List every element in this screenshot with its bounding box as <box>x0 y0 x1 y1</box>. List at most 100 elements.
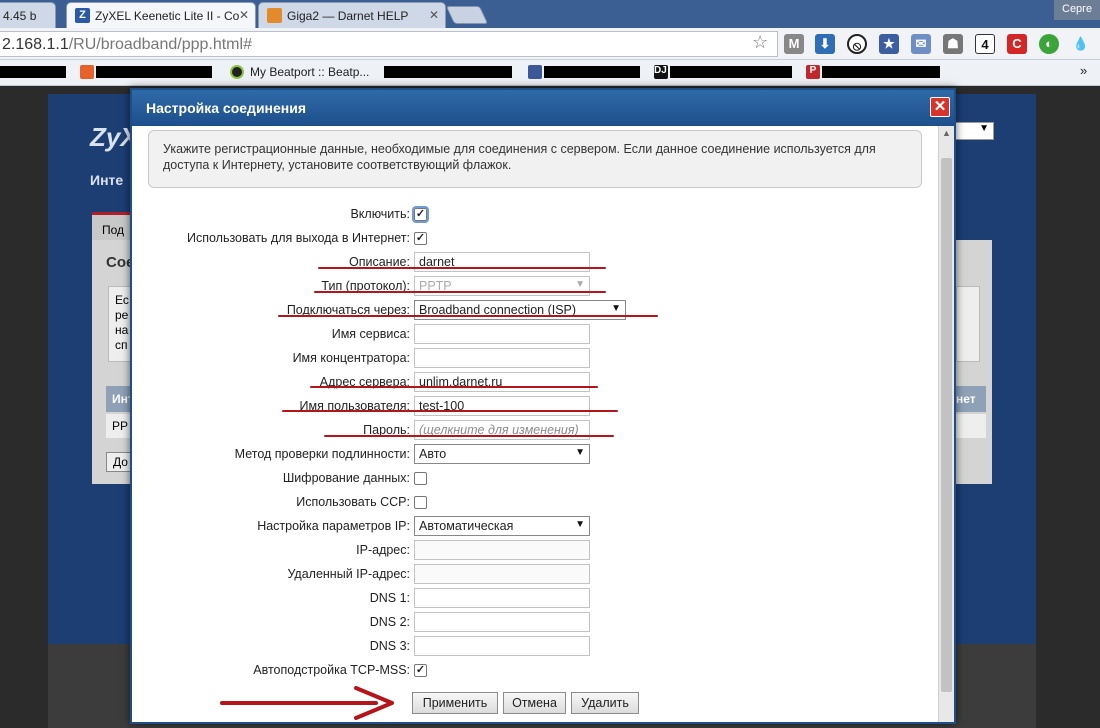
dj-favicon-icon: DJ <box>654 65 668 79</box>
dns1-input[interactable] <box>414 588 590 608</box>
browser-tab-bar: 4.45 b Z ZyXEL Keenetic Lite II - Co ✕ G… <box>0 0 1100 28</box>
new-tab-button[interactable] <box>445 6 489 24</box>
close-tab-icon[interactable]: ✕ <box>429 8 439 22</box>
annotation-underline <box>310 386 598 388</box>
block-icon[interactable]: ⦸ <box>847 34 867 54</box>
apply-button[interactable]: Применить <box>412 692 498 714</box>
row-password: Пароль: (щелкните для изменения) <box>132 420 938 442</box>
bookmark-star-icon[interactable]: ☆ <box>752 32 768 53</box>
zyxel-favicon-icon: Z <box>75 8 90 23</box>
omnibox-bar: 2.168.1.1/RU/broadband/ppp.html# ☆ <box>0 28 1100 60</box>
address-bar[interactable]: 2.168.1.1/RU/broadband/ppp.html# <box>0 31 778 57</box>
row-concentrator: Имя концентратора: <box>132 348 938 370</box>
auth-method-select[interactable]: Авто ▼ <box>414 444 590 464</box>
row-ccp: Использовать CCP: <box>132 492 938 514</box>
c-extension-icon[interactable]: C <box>1007 34 1027 54</box>
row-encryption: Шифрование данных: <box>132 468 938 490</box>
connect-via-select[interactable]: Broadband connection (ISP) ▼ <box>414 300 626 320</box>
remote-ip-input[interactable] <box>414 564 590 584</box>
use-for-internet-checkbox[interactable]: ✓ <box>414 232 427 245</box>
dialog-scrollbar[interactable]: ▲ <box>938 126 954 722</box>
bookmark-manager-icon[interactable]: ★ <box>879 34 899 54</box>
tab-label: 4.45 b <box>3 9 37 23</box>
scrollbar-thumb[interactable] <box>941 158 952 692</box>
darnet-favicon-icon <box>267 8 282 23</box>
redacted-bookmark <box>0 66 66 78</box>
row-internet: Использовать для выхода в Интернет: ✓ <box>132 228 938 250</box>
dropdown-arrow-icon: ▼ <box>575 519 585 530</box>
row-enable: Включить: ✓ <box>132 204 938 226</box>
service-name-input[interactable] <box>414 324 590 344</box>
field-label: IP-адрес: <box>356 543 410 557</box>
tcp-mss-checkbox[interactable]: ✓ <box>414 664 427 677</box>
scroll-up-icon[interactable]: ▲ <box>942 128 951 138</box>
field-label: Имя концентратора: <box>292 351 410 365</box>
field-label: Удаленный IP-адрес: <box>287 567 410 581</box>
row-description: Описание: darnet <box>132 252 938 274</box>
cancel-button[interactable]: Отмена <box>503 692 566 714</box>
row-auth-method: Метод проверки подлинности: Авто ▼ <box>132 444 938 466</box>
bookmark-beatport[interactable]: My Beatport :: Beatp... <box>250 65 369 79</box>
field-label: Включить: <box>350 207 410 221</box>
row-connect-via: Подключаться через: Broadband connection… <box>132 300 938 322</box>
row-ip-settings: Настройка параметров IP: Автоматическая ▼ <box>132 516 938 538</box>
field-label: Настройка параметров IP: <box>257 519 410 533</box>
close-icon[interactable]: ✕ <box>930 97 950 117</box>
drop-icon[interactable]: 💧 <box>1071 34 1091 54</box>
ghost-icon[interactable]: ☗ <box>943 34 963 54</box>
annotation-arrow-icon <box>220 686 394 720</box>
enable-checkbox[interactable]: ✓ <box>412 206 429 223</box>
dropdown-arrow-icon: ▼ <box>575 447 585 458</box>
field-label: Шифрование данных: <box>282 471 410 485</box>
field-label: Использовать для выхода в Интернет: <box>186 231 410 245</box>
ip-address-input[interactable] <box>414 540 590 560</box>
row-username: Имя пользователя: test-100 <box>132 396 938 418</box>
download-icon[interactable]: ⬇ <box>815 34 835 54</box>
mail-check-icon[interactable]: M <box>784 34 804 54</box>
beatport-favicon-icon <box>230 65 244 79</box>
row-dns3: DNS 3: <box>132 636 938 658</box>
ip-settings-select[interactable]: Автоматическая ▼ <box>414 516 590 536</box>
field-label: Имя сервиса: <box>331 327 410 341</box>
row-service-name: Имя сервиса: <box>132 324 938 346</box>
soundcloud-favicon-icon <box>80 65 94 79</box>
username-input[interactable]: test-100 <box>414 396 590 416</box>
encryption-checkbox[interactable] <box>414 472 427 485</box>
server-address-input[interactable]: unlim.darnet.ru <box>414 372 590 392</box>
url-host: 2.168.1.1 <box>2 36 69 53</box>
tab-zyxel[interactable]: Z ZyXEL Keenetic Lite II - Co ✕ <box>66 2 256 28</box>
connection-settings-dialog: Настройка соединения ✕ Укажите регистрац… <box>130 88 956 724</box>
field-label: DNS 3: <box>369 639 410 653</box>
p-favicon-icon: P <box>806 65 820 79</box>
facebook-favicon-icon <box>528 65 542 79</box>
ccp-checkbox[interactable] <box>414 496 427 509</box>
counter-extension-icon[interactable]: 4 <box>975 34 995 54</box>
bookmarks-bar: My Beatport :: Beatp... DJ P » <box>0 60 1100 86</box>
tab-label: Giga2 — Darnet HELP <box>287 9 409 23</box>
mail-icon[interactable]: ✉ <box>911 34 931 54</box>
more-bookmarks-icon[interactable]: » <box>1080 63 1087 78</box>
close-tab-icon[interactable]: ✕ <box>239 8 249 22</box>
language-select[interactable]: ▼ <box>954 122 994 140</box>
annotation-underline <box>314 291 606 293</box>
concentrator-input[interactable] <box>414 348 590 368</box>
delete-button[interactable]: Удалить <box>571 692 639 714</box>
profile-button[interactable]: Серге <box>1054 0 1100 20</box>
field-label: DNS 2: <box>369 615 410 629</box>
protocol-select: PPTP ▼ <box>414 276 590 296</box>
annotation-underline <box>278 315 658 317</box>
tab-previous[interactable]: 4.45 b <box>0 2 56 28</box>
tab-darnet-help[interactable]: Giga2 — Darnet HELP ✕ <box>258 2 446 28</box>
row-remote-ip: Удаленный IP-адрес: <box>132 564 938 586</box>
dns2-input[interactable] <box>414 612 590 632</box>
green-circle-icon[interactable]: ◐ <box>1039 34 1059 54</box>
row-protocol: Тип (протокол): PPTP ▼ <box>132 276 938 298</box>
description-input[interactable]: darnet <box>414 252 590 272</box>
tab-label: ZyXEL Keenetic Lite II - Co <box>95 9 240 23</box>
annotation-underline <box>324 435 614 437</box>
table-header-right: нет <box>956 386 986 412</box>
row-tcp-mss: Автоподстройка TCP-MSS: ✓ <box>132 660 938 682</box>
password-input[interactable]: (щелкните для изменения) <box>414 420 590 440</box>
dns3-input[interactable] <box>414 636 590 656</box>
dropdown-arrow-icon: ▼ <box>611 303 621 314</box>
